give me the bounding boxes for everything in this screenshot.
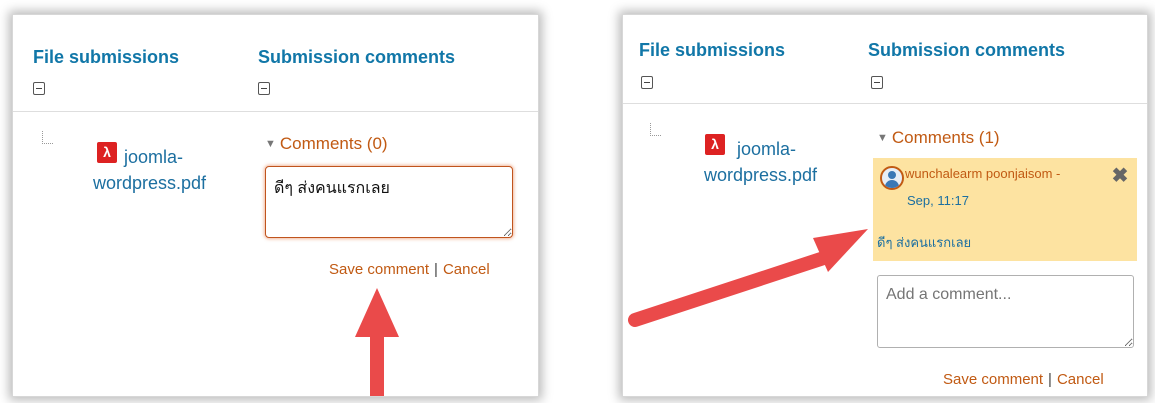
file-link-cont[interactable]: wordpress.pdf (93, 170, 206, 196)
file-link[interactable]: joomla- (124, 144, 183, 170)
file-name-line2[interactable]: wordpress.pdf (93, 170, 206, 196)
pdf-icon: λ (97, 142, 117, 163)
triangle-down-icon: ▼ (265, 138, 276, 150)
comments-toggle-label[interactable]: Comments (0) (280, 134, 388, 153)
comments-toggle[interactable]: ▼ Comments (0) (265, 134, 388, 154)
submission-comments-header: Submission comments (258, 47, 456, 67)
red-arrow-up (355, 288, 399, 396)
comment-textarea[interactable]: ดีๆ ส่งคนแรกเลย (265, 166, 513, 238)
collapse-icon[interactable] (33, 82, 45, 95)
file-submissions-header: File submissions (33, 47, 180, 67)
tree-connector-icon (42, 131, 53, 144)
red-arrow-diagonal (628, 229, 868, 327)
separator: | (434, 261, 438, 278)
comment-actions: Save comment | Cancel (329, 261, 490, 279)
collapse-icon[interactable] (258, 82, 270, 95)
left-panel: File submissions Submission comments λ j… (12, 14, 539, 397)
save-comment-link[interactable]: Save comment (329, 261, 429, 278)
cancel-link[interactable]: Cancel (443, 261, 490, 278)
file-name-line1[interactable]: joomla- (124, 144, 183, 170)
header-divider (13, 111, 538, 112)
right-panel: File submissions Submission comments λ j… (622, 14, 1148, 397)
